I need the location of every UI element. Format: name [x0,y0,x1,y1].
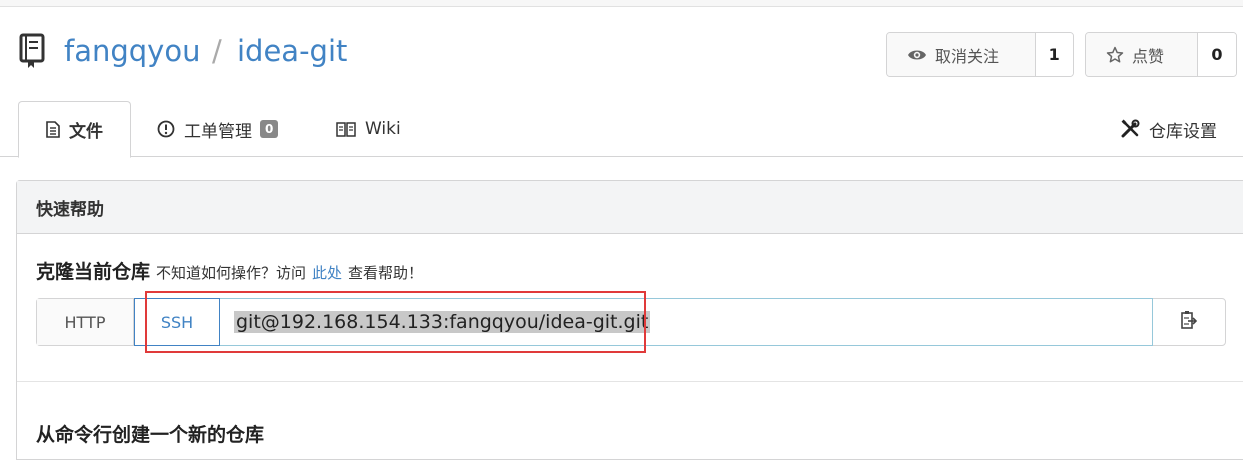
issue-opened-icon [157,120,175,138]
repo-name-link[interactable]: idea-git [237,34,347,68]
tab-settings[interactable]: 仓库设置 [1120,101,1217,157]
tab-issues[interactable]: 工单管理 0 [157,101,279,157]
section-divider [17,381,1243,382]
clone-hint-text: 不知道如何操作？访问 [156,264,307,282]
copy-url-button[interactable] [1153,299,1225,345]
clone-title-row: 克隆当前仓库 不知道如何操作？访问 此处 查看帮助！ [36,257,423,284]
watch-count[interactable]: 1 [1035,33,1073,76]
tools-icon [1120,119,1140,139]
repo-tabs: 文件 工单管理 0 Wiki 仓库设置 [0,99,1243,158]
tab-wiki[interactable]: Wiki [336,101,401,157]
clipboard-icon [1180,310,1198,334]
repo-separator: / [212,34,222,68]
tab-issues-label: 工单管理 [184,121,252,142]
star-label: 点赞 [1132,46,1165,66]
book-open-icon [336,121,356,137]
star-outline-icon [1106,46,1124,64]
tab-files-label: 文件 [69,122,103,142]
unwatch-label: 取消关注 [935,46,1000,66]
clone-url-input[interactable]: git@192.168.154.133:fangqyou/idea-git.gi… [220,298,1153,346]
clone-hint-after: 查看帮助！ [348,264,424,282]
tab-wiki-label: Wiki [365,119,401,139]
repo-owner-link[interactable]: fangqyou [64,34,200,68]
watch-button-group: 取消关注 1 [886,32,1074,77]
unwatch-button[interactable]: 取消关注 [887,33,1036,76]
quick-help-panel: 快速帮助 克隆当前仓库 不知道如何操作？访问 此处 查看帮助！ HTTP SSH… [16,180,1243,460]
new-repo-title: 从命令行创建一个新的仓库 [36,424,265,446]
tab-settings-label: 仓库设置 [1149,121,1217,142]
ssh-clone-button[interactable]: SSH [134,298,220,346]
star-count[interactable]: 0 [1198,33,1236,76]
clone-title: 克隆当前仓库 [36,261,151,283]
eye-icon [907,48,927,62]
clone-url-text: git@192.168.154.133:fangqyou/idea-git.gi… [234,311,651,333]
star-button[interactable]: 点赞 [1086,33,1198,76]
book-icon [18,33,46,69]
top-strip [0,0,1243,7]
tab-files[interactable]: 文件 [18,101,131,158]
quick-help-header: 快速帮助 [17,181,1243,234]
file-text-icon [46,121,60,138]
star-button-group: 点赞 0 [1085,32,1237,77]
clone-url-bar: HTTP SSH git@192.168.154.133:fangqyou/id… [36,298,1226,346]
repo-header: fangqyou / idea-git 取消关注 1 点赞 0 [0,7,1243,99]
http-clone-button[interactable]: HTTP [37,299,134,345]
issues-count-badge: 0 [260,120,279,138]
clone-help-link[interactable]: 此处 [312,262,342,283]
